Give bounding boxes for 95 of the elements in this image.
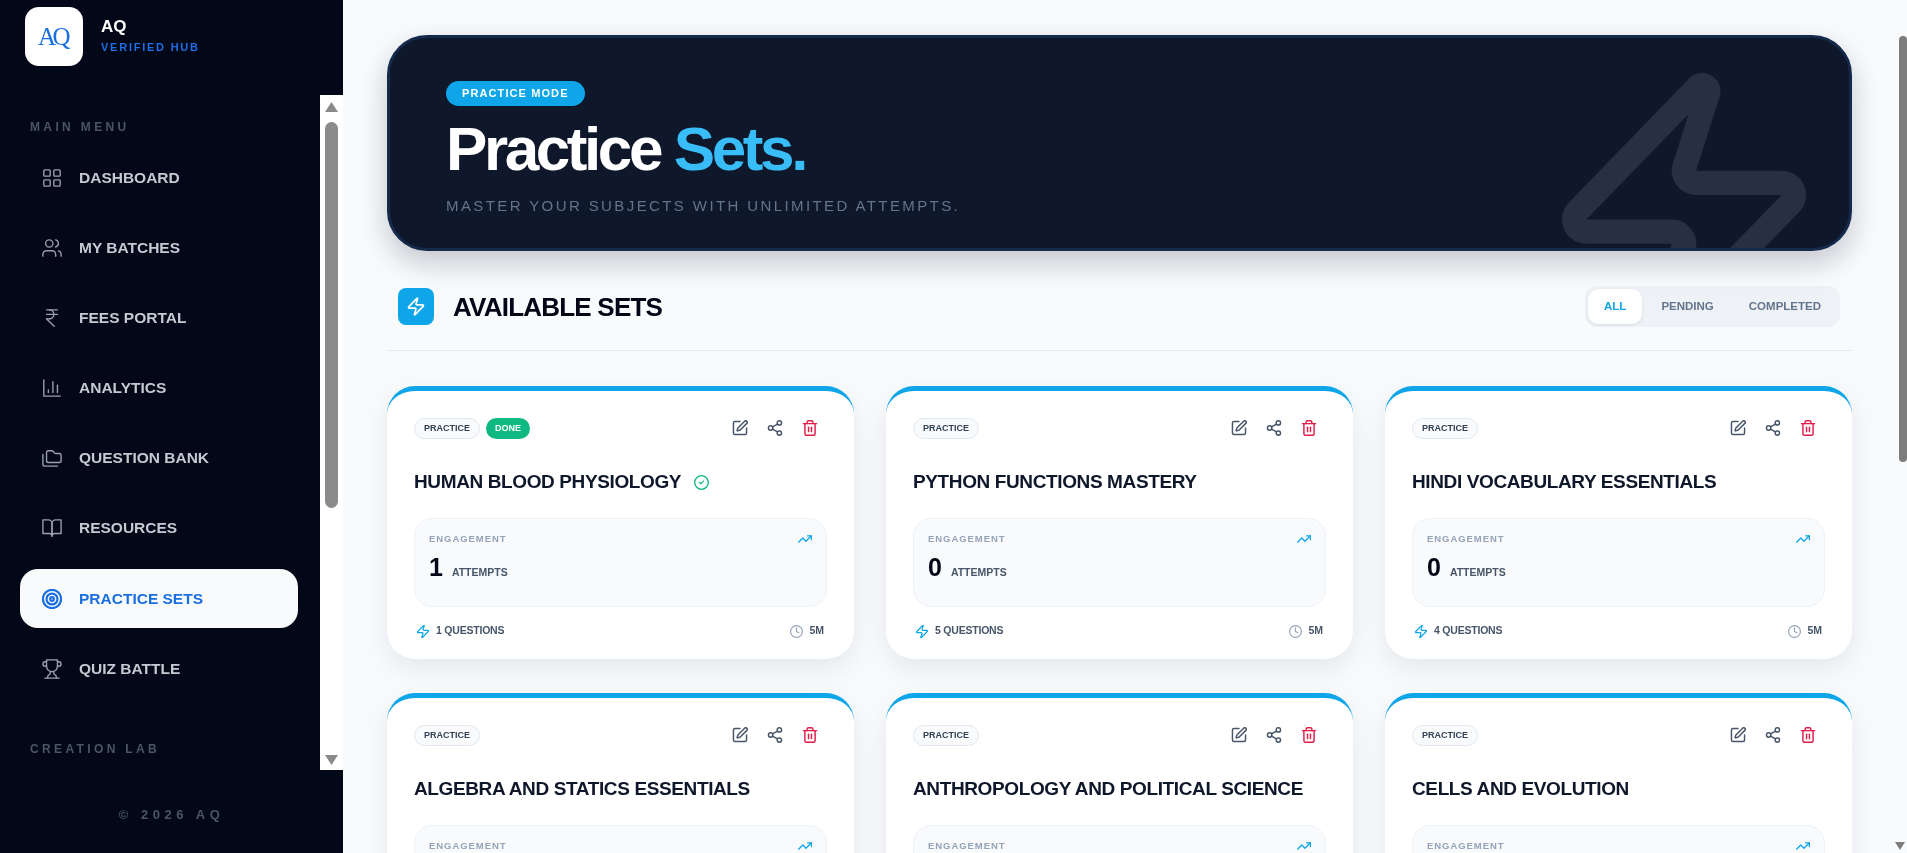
status-tag: DONE xyxy=(486,417,531,439)
lightning-icon xyxy=(916,624,928,638)
question-count: 5 QUESTIONS xyxy=(935,623,1004,639)
duration-text: 5M xyxy=(809,623,824,639)
trend-up-icon xyxy=(798,842,812,850)
engagement-label: ENGAGEMENT xyxy=(429,533,507,545)
question-count: 1 QUESTIONS xyxy=(436,623,505,639)
menu-heading: CREATION LAB xyxy=(29,742,162,756)
share-icon xyxy=(767,727,783,743)
engagement-label: ENGAGEMENT xyxy=(928,840,1006,852)
trend-up-icon xyxy=(1796,535,1810,543)
set-title: CELLS AND EVOLUTION xyxy=(1412,777,1629,801)
set-title: ALGEBRA AND STATICS ESSENTIALS xyxy=(414,777,750,801)
scroll-down-arrow-icon[interactable] xyxy=(325,755,338,765)
brand-name: AQ xyxy=(101,17,128,37)
mode-tag: PRACTICE MODE xyxy=(446,81,585,106)
clock-icon xyxy=(1788,624,1802,638)
page-title: Practice Sets. xyxy=(446,118,805,180)
attempt-count: 0 xyxy=(1427,553,1441,581)
nav-link[interactable]: QUIZ BATTLE xyxy=(20,640,298,698)
share-icon xyxy=(1765,727,1781,743)
pencil-icon xyxy=(1231,727,1247,743)
type-tag: PRACTICE xyxy=(414,417,480,439)
share-icon xyxy=(1266,420,1282,436)
share-icon xyxy=(1266,727,1282,743)
nav-link[interactable]: RESOURCES xyxy=(20,499,298,557)
attempt-count: 1 xyxy=(429,553,443,581)
pencil-icon xyxy=(732,420,748,436)
engagement-label: ENGAGEMENT xyxy=(1427,840,1505,852)
type-tag: PRACTICE xyxy=(1412,724,1478,746)
trophy-icon xyxy=(42,659,62,679)
brand-tagline: VERIFIED HUB xyxy=(101,41,200,54)
filter-tab[interactable]: PENDING xyxy=(1645,289,1730,324)
pencil-icon xyxy=(1730,727,1746,743)
trash-icon xyxy=(1800,727,1816,743)
folders-icon xyxy=(42,448,62,468)
filter-tab[interactable]: COMPLETED xyxy=(1732,289,1837,324)
question-count: 4 QUESTIONS xyxy=(1434,623,1503,639)
pencil-icon xyxy=(1730,420,1746,436)
attempt-unit: ATTEMPTS xyxy=(451,565,508,580)
trend-up-icon xyxy=(798,535,812,543)
lightning-icon xyxy=(417,624,429,638)
trash-icon xyxy=(802,727,818,743)
lightning-icon xyxy=(398,288,434,325)
trash-icon xyxy=(1301,727,1317,743)
trend-up-icon xyxy=(1796,842,1810,850)
scroll-down-arrow-icon[interactable] xyxy=(1895,842,1905,850)
engagement-label: ENGAGEMENT xyxy=(429,840,507,852)
trend-up-icon xyxy=(1297,535,1311,543)
set-title: HINDI VOCABULARY ESSENTIALS xyxy=(1412,470,1717,494)
engagement-label: ENGAGEMENT xyxy=(928,533,1006,545)
duration-text: 5M xyxy=(1308,623,1323,639)
trash-icon xyxy=(802,420,818,436)
nav-link[interactable]: ANALYTICS xyxy=(20,359,298,417)
attempt-count: 0 xyxy=(928,553,942,581)
type-tag: PRACTICE xyxy=(414,724,480,746)
attempt-unit: ATTEMPTS xyxy=(950,565,1007,580)
type-tag: PRACTICE xyxy=(1412,417,1478,439)
bar-chart-icon xyxy=(42,378,62,398)
pencil-icon xyxy=(732,727,748,743)
attempt-unit: ATTEMPTS xyxy=(1449,565,1506,580)
nav-link[interactable]: DASHBOARD xyxy=(20,149,298,207)
trash-icon xyxy=(1800,420,1816,436)
nav-link[interactable]: MY BATCHES xyxy=(20,219,298,277)
set-title: HUMAN BLOOD PHYSIOLOGY xyxy=(414,470,682,494)
type-tag: PRACTICE xyxy=(913,417,979,439)
grid-icon xyxy=(42,168,62,188)
duration-text: 5M xyxy=(1807,623,1822,639)
scrollbar-thumb[interactable] xyxy=(1899,36,1907,462)
type-tag: PRACTICE xyxy=(913,724,979,746)
scrollbar-thumb[interactable] xyxy=(325,122,338,508)
nav-link[interactable]: QUESTION BANK xyxy=(20,429,298,487)
nav-link[interactable]: PRACTICE SETS xyxy=(20,569,298,628)
share-icon xyxy=(1765,420,1781,436)
lightning-icon xyxy=(1415,624,1427,638)
engagement-label: ENGAGEMENT xyxy=(1427,533,1505,545)
nav-link[interactable]: FEES PORTAL xyxy=(20,289,298,347)
trend-up-icon xyxy=(1297,842,1311,850)
scroll-up-arrow-icon[interactable] xyxy=(325,102,338,112)
target-icon xyxy=(42,588,62,609)
share-icon xyxy=(767,420,783,436)
set-title: ANTHROPOLOGY AND POLITICAL SCIENCE xyxy=(913,777,1303,801)
book-icon xyxy=(42,518,62,538)
app-logo: AQ xyxy=(25,7,83,66)
clock-icon xyxy=(1289,624,1303,638)
lightning-icon xyxy=(1562,73,1806,248)
page-subtitle: MASTER YOUR SUBJECTS WITH UNLIMITED ATTEMPTS. xyxy=(446,197,961,215)
users-icon xyxy=(42,238,62,258)
clock-icon xyxy=(790,624,804,638)
section-title: AVAILABLE SETS xyxy=(453,291,663,322)
trash-icon xyxy=(1301,420,1317,436)
copyright-text: © 2026 AQ xyxy=(118,805,225,824)
pencil-icon xyxy=(1231,420,1247,436)
set-title: PYTHON FUNCTIONS MASTERY xyxy=(913,470,1197,494)
menu-heading: MAIN MENU xyxy=(29,120,131,134)
